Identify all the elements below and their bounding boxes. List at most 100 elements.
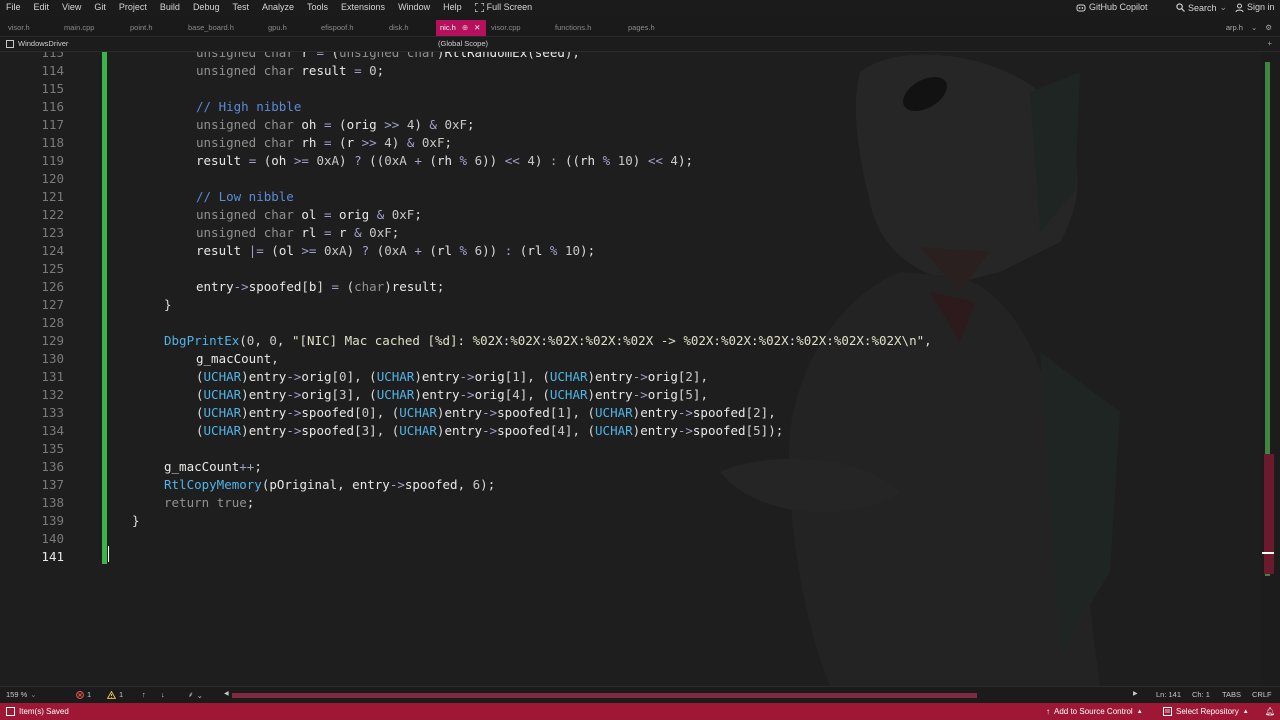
code-line[interactable]: g_macCount++;	[164, 458, 262, 476]
code-line[interactable]: (UCHAR)entry->spoofed[3], (UCHAR)entry->…	[196, 422, 783, 440]
error-count-value: 1	[87, 690, 92, 699]
menu-analyze[interactable]: Analyze	[262, 2, 300, 12]
next-issue-button[interactable]: ↓	[161, 690, 165, 699]
code-line[interactable]: }	[132, 512, 140, 530]
add-to-source-control-button[interactable]: ↑ Add to Source Control ▲	[1046, 707, 1143, 716]
document-tab-bar: visor.h main.cpp point.h base_board.h gp…	[0, 16, 1280, 37]
tab-list-dropdown-icon[interactable]: ⌄	[1251, 23, 1257, 32]
code-line[interactable]: DbgPrintEx(0, 0, "[NIC] Mac cached [%d]:…	[164, 332, 932, 350]
tab-functions-h[interactable]: functions.h	[555, 23, 591, 32]
code-line[interactable]: unsigned char rl = r & 0xF;	[196, 224, 399, 242]
close-icon[interactable]: ✕	[474, 23, 480, 36]
search-label: Search	[1188, 2, 1217, 13]
code-line[interactable]: // High nibble	[196, 98, 301, 116]
code-line[interactable]: unsigned char rh = (r >> 4) & 0xF;	[196, 134, 452, 152]
code-line[interactable]: unsigned char ol = orig & 0xF;	[196, 206, 422, 224]
code-line[interactable]: entry->spoofed[b] = (char)result;	[196, 278, 444, 296]
select-repository-label: Select Repository	[1176, 707, 1239, 716]
horizontal-scroll-thumb[interactable]	[232, 693, 977, 698]
code-line[interactable]: result = (oh >= 0xA) ? ((0xA + (rh % 6))…	[196, 152, 693, 170]
tab-disk-h[interactable]: disk.h	[389, 23, 409, 32]
warning-count[interactable]: 1	[107, 690, 123, 699]
code-line[interactable]: (UCHAR)entry->spoofed[0], (UCHAR)entry->…	[196, 404, 776, 422]
code-line[interactable]: return true;	[164, 494, 254, 512]
menu-test[interactable]: Test	[232, 2, 255, 12]
select-repository-button[interactable]: Select Repository ▲	[1163, 707, 1249, 716]
tab-visor-cpp[interactable]: visor.cpp	[491, 23, 521, 32]
tab-point-h[interactable]: point.h	[130, 23, 153, 32]
caret-up-icon: ▲	[1242, 708, 1249, 715]
status-icon	[6, 707, 15, 716]
tab-pages-h[interactable]: pages.h	[628, 23, 655, 32]
tab-arp-h[interactable]: arp.h	[1226, 23, 1243, 32]
vertical-scrollbar[interactable]	[1262, 52, 1280, 686]
code-line[interactable]: RtlCopyMemory(pOriginal, entry->spoofed,…	[164, 476, 495, 494]
menu-git[interactable]: Git	[94, 2, 112, 12]
cleanup-button[interactable]: ⸙ ⌄	[188, 690, 203, 700]
code-line[interactable]: (UCHAR)entry->orig[3], (UCHAR)entry->ori…	[196, 386, 708, 404]
copilot-button[interactable]: GitHub Copilot	[1076, 2, 1148, 12]
add-to-source-control-label: Add to Source Control	[1054, 707, 1133, 716]
menu-tools[interactable]: Tools	[307, 2, 334, 12]
menu-bar: File Edit View Git Project Build Debug T…	[0, 0, 1280, 16]
warning-count-value: 1	[119, 690, 124, 699]
code-line[interactable]: (UCHAR)entry->orig[0], (UCHAR)entry->ori…	[196, 368, 708, 386]
code-editor[interactable]: 115 114 115 116 117 118 119 120 121 122 123 124 125 1…	[0, 52, 1262, 686]
tab-visor-h[interactable]: visor.h	[8, 23, 30, 32]
nav-right-controls: +	[1267, 39, 1272, 48]
code-line[interactable]: // Low nibble	[196, 188, 294, 206]
copilot-label: GitHub Copilot	[1089, 2, 1148, 12]
text-cursor	[108, 546, 109, 562]
menu-project[interactable]: Project	[119, 2, 153, 12]
full-screen-button[interactable]: Full Screen	[474, 2, 552, 12]
code-line[interactable]: unsigned char result = 0;	[196, 62, 384, 80]
code-line[interactable]: unsigned char r = (unsigned char)RtlRand…	[196, 52, 580, 62]
indent-indicator[interactable]: TABS	[1222, 690, 1241, 699]
menu-build[interactable]: Build	[160, 2, 186, 12]
scroll-right-button[interactable]: ▶	[1133, 690, 1138, 697]
tab-main-cpp[interactable]: main.cpp	[64, 23, 94, 32]
status-message: Item(s) Saved	[6, 707, 69, 716]
tab-nic-h[interactable]: nic.h ⊕ ✕	[436, 20, 487, 36]
chevron-down-icon: ⌄	[1219, 2, 1228, 12]
line-ending-indicator[interactable]: CRLF	[1252, 690, 1272, 699]
notifications-button[interactable]: 🔔︎	[1265, 707, 1275, 716]
sign-in-button[interactable]: Sign in	[1235, 2, 1275, 12]
menu-help[interactable]: Help	[443, 2, 468, 12]
menu-window[interactable]: Window	[398, 2, 436, 12]
line-number: 125	[41, 261, 64, 276]
pin-icon[interactable]: ⊕	[462, 23, 468, 36]
project-dropdown[interactable]: WindowsDriver	[6, 39, 68, 48]
zoom-dropdown[interactable]: 159 % ⌄	[6, 690, 37, 699]
line-ending-value: CRLF	[1252, 690, 1272, 699]
scrollbar-thumb[interactable]	[1264, 454, 1274, 574]
horizontal-scrollbar[interactable]	[232, 693, 977, 698]
project-name: WindowsDriver	[18, 39, 69, 48]
menu-extensions[interactable]: Extensions	[341, 2, 391, 12]
menu-file[interactable]: File	[6, 2, 27, 12]
settings-gear-icon[interactable]: ⚙	[1265, 23, 1272, 32]
chevron-down-icon: ⌄	[30, 690, 37, 699]
line-number: 127	[41, 297, 64, 312]
search-button[interactable]: Search ⌄	[1176, 2, 1227, 13]
menu-debug[interactable]: Debug	[193, 2, 226, 12]
caret-up-icon: ▲	[1136, 708, 1143, 715]
tab-gpu-h[interactable]: gpu.h	[268, 23, 287, 32]
column-indicator[interactable]: Ch: 1	[1192, 690, 1210, 699]
sign-in-label: Sign in	[1247, 2, 1275, 12]
error-count[interactable]: 1	[76, 690, 91, 699]
line-indicator[interactable]: Ln: 141	[1156, 690, 1181, 699]
previous-issue-button[interactable]: ↑	[142, 690, 146, 699]
menu-view[interactable]: View	[62, 2, 87, 12]
line-number: 136	[41, 459, 64, 474]
scope-dropdown[interactable]: (Global Scope)	[438, 39, 488, 48]
code-line[interactable]: }	[164, 296, 172, 314]
code-line[interactable]: g_macCount,	[196, 350, 279, 368]
tab-efispoof-h[interactable]: efispoof.h	[321, 23, 354, 32]
menu-edit[interactable]: Edit	[34, 2, 56, 12]
scroll-left-button[interactable]: ◀	[224, 690, 229, 697]
code-line[interactable]: unsigned char oh = (orig >> 4) & 0xF;	[196, 116, 475, 134]
code-line[interactable]: result |= (ol >= 0xA) ? (0xA + (rl % 6))…	[196, 242, 595, 260]
tab-base-board-h[interactable]: base_board.h	[188, 23, 234, 32]
add-split-icon[interactable]: +	[1267, 39, 1272, 48]
